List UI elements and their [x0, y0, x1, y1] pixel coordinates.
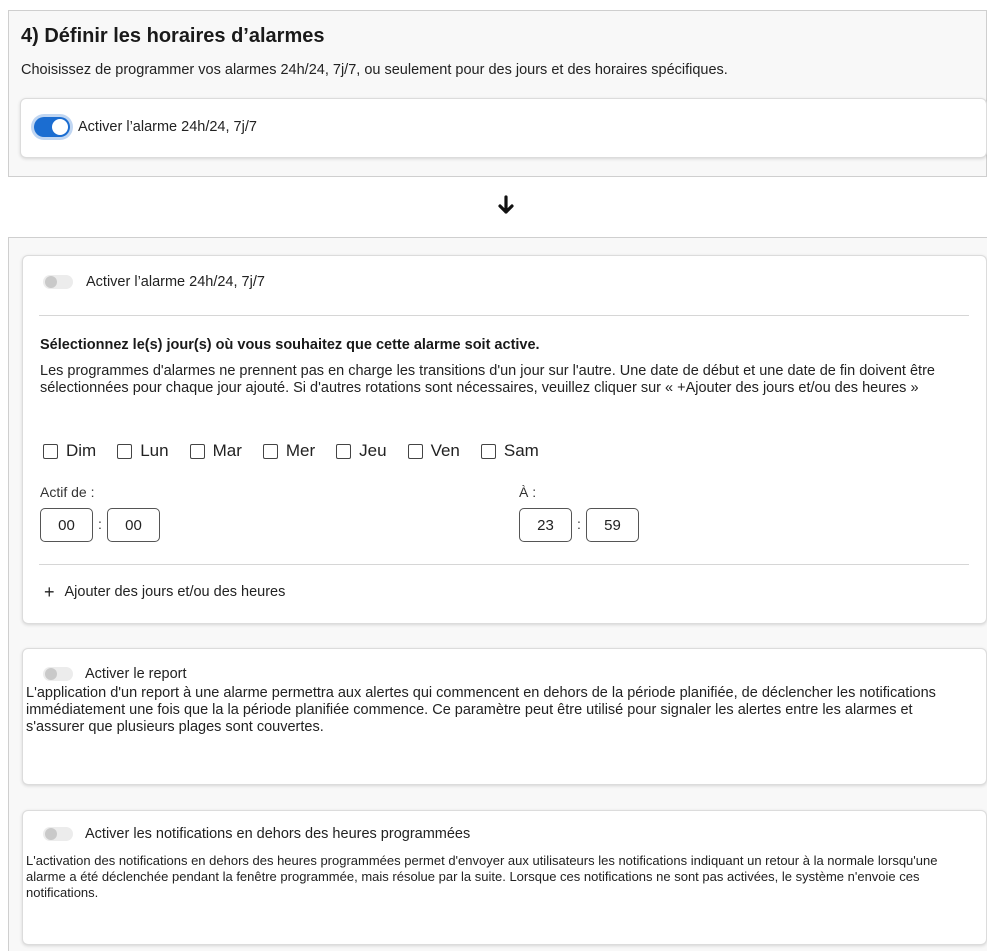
notifications-toggle[interactable]: [43, 827, 73, 841]
toggle-knob: [45, 276, 57, 288]
day-option-mer[interactable]: Mer: [262, 441, 316, 461]
divider: [39, 315, 969, 316]
plus-icon: +: [44, 582, 55, 602]
day-option-jeu[interactable]: Jeu: [336, 441, 387, 461]
divider: [39, 564, 969, 565]
toggle-knob: [45, 668, 57, 680]
add-days-hours-link[interactable]: + Ajouter des jours et/ou des heures: [44, 583, 285, 601]
arrow-down-icon: [497, 193, 515, 217]
add-days-hours-label: Ajouter des jours et/ou des heures: [64, 584, 286, 600]
day-option-mar[interactable]: Mar: [189, 441, 242, 461]
report-toggle-label: Activer le report: [85, 666, 187, 682]
to-hour-input[interactable]: 23: [519, 508, 572, 542]
section-subtitle: Choisissez de programmer vos alarmes 24h…: [21, 62, 728, 78]
toggle-knob: [45, 828, 57, 840]
checkbox[interactable]: [336, 443, 352, 459]
day-option-dim[interactable]: Dim: [43, 441, 96, 461]
day-checkbox-group: Dim Lun Mar Mer Jeu Ven Sam: [43, 441, 560, 461]
checkbox[interactable]: [407, 443, 423, 459]
day-label: Jeu: [359, 441, 387, 460]
always-on-toggle-label: Activer l’alarme 24h/24, 7j/7: [78, 119, 257, 135]
day-option-sam[interactable]: Sam: [480, 441, 539, 461]
always-on-toggle-row[interactable]: Activer l’alarme 24h/24, 7j/7: [34, 117, 257, 137]
time-separator: :: [577, 516, 581, 532]
day-option-lun[interactable]: Lun: [117, 441, 169, 461]
day-label: Dim: [66, 441, 97, 460]
always-on-toggle-off[interactable]: [43, 275, 73, 289]
report-description: L'application d'un report à une alarme p…: [26, 685, 936, 735]
time-separator: :: [98, 516, 102, 532]
day-option-ven[interactable]: Ven: [407, 441, 460, 461]
day-label: Ven: [430, 441, 460, 460]
checkbox[interactable]: [189, 443, 205, 459]
day-label: Sam: [503, 441, 539, 460]
section-title: 4) Définir les horaires d’alarmes: [21, 25, 325, 47]
days-description: Les programmes d'alarmes ne prennent pas…: [40, 363, 935, 396]
always-on-card: Activer l’alarme 24h/24, 7j/7: [20, 98, 987, 158]
checkbox[interactable]: [262, 443, 278, 459]
notifications-description: L'activation des notifications en dehors…: [26, 853, 938, 900]
to-label: À :: [519, 484, 537, 500]
always-on-toggle-off-label: Activer l’alarme 24h/24, 7j/7: [86, 274, 265, 290]
report-toggle-row[interactable]: Activer le report: [43, 666, 187, 682]
notifications-toggle-label: Activer les notifications en dehors des …: [85, 826, 471, 842]
checkbox[interactable]: [43, 443, 58, 459]
day-label: Mer: [285, 441, 316, 460]
always-on-toggle[interactable]: [34, 117, 70, 137]
day-label: Mar: [212, 441, 242, 460]
toggle-knob: [52, 119, 68, 135]
from-minute-input[interactable]: 00: [107, 508, 160, 542]
checkbox[interactable]: [480, 443, 496, 459]
from-hour-input[interactable]: 00: [40, 508, 93, 542]
from-label: Actif de :: [40, 484, 95, 500]
always-on-toggle-row-off[interactable]: Activer l’alarme 24h/24, 7j/7: [43, 274, 265, 290]
days-section-title: Sélectionnez le(s) jour(s) où vous souha…: [40, 337, 540, 353]
day-label: Lun: [140, 441, 169, 460]
checkbox[interactable]: [117, 443, 133, 459]
schedule-card: [22, 255, 987, 624]
to-minute-input[interactable]: 59: [586, 508, 639, 542]
notifications-toggle-row[interactable]: Activer les notifications en dehors des …: [43, 826, 470, 842]
report-toggle[interactable]: [43, 667, 73, 681]
